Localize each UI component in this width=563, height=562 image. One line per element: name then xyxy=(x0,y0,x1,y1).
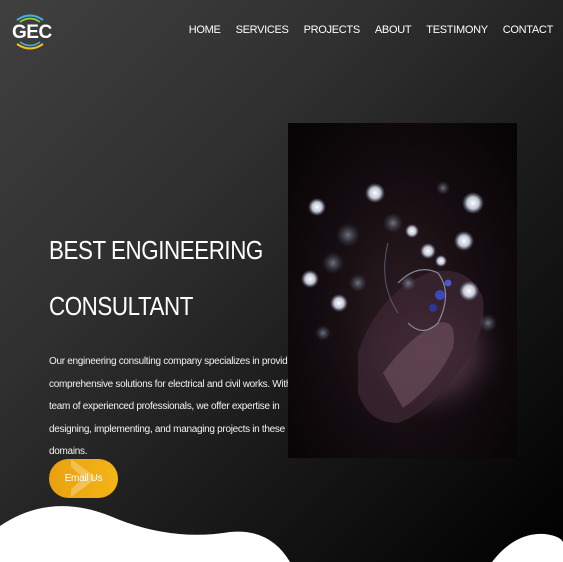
site-header: GEC HOME SERVICES PROJECTS ABOUT TESTIMO… xyxy=(0,0,563,62)
nav-contact[interactable]: CONTACT xyxy=(503,24,554,36)
hero-description: Our engineering consulting company speci… xyxy=(49,356,300,457)
bottom-wave-divider xyxy=(0,506,563,562)
gec-logo[interactable]: GEC xyxy=(11,10,52,52)
hero-title-line-2: CONSULTANT xyxy=(49,291,193,321)
nav-testimony[interactable]: TESTIMONY xyxy=(426,24,488,36)
nav-services[interactable]: SERVICES xyxy=(236,24,289,36)
email-us-button[interactable]: Email Us xyxy=(49,459,118,498)
logo-text: GEC xyxy=(12,22,52,43)
nav-home[interactable]: HOME xyxy=(189,24,221,36)
hero-title-line-1: BEST ENGINEERING xyxy=(49,235,263,265)
nav-projects[interactable]: PROJECTS xyxy=(304,24,361,36)
fairy-lights-hand-image xyxy=(301,181,508,423)
nav-about[interactable]: ABOUT xyxy=(375,24,412,36)
hero-image xyxy=(288,123,517,458)
email-us-label: Email Us xyxy=(64,473,103,484)
main-nav: HOME SERVICES PROJECTS ABOUT TESTIMONY C… xyxy=(174,24,554,36)
hero-title: BEST ENGINEERING CONSULTANT xyxy=(49,222,273,334)
